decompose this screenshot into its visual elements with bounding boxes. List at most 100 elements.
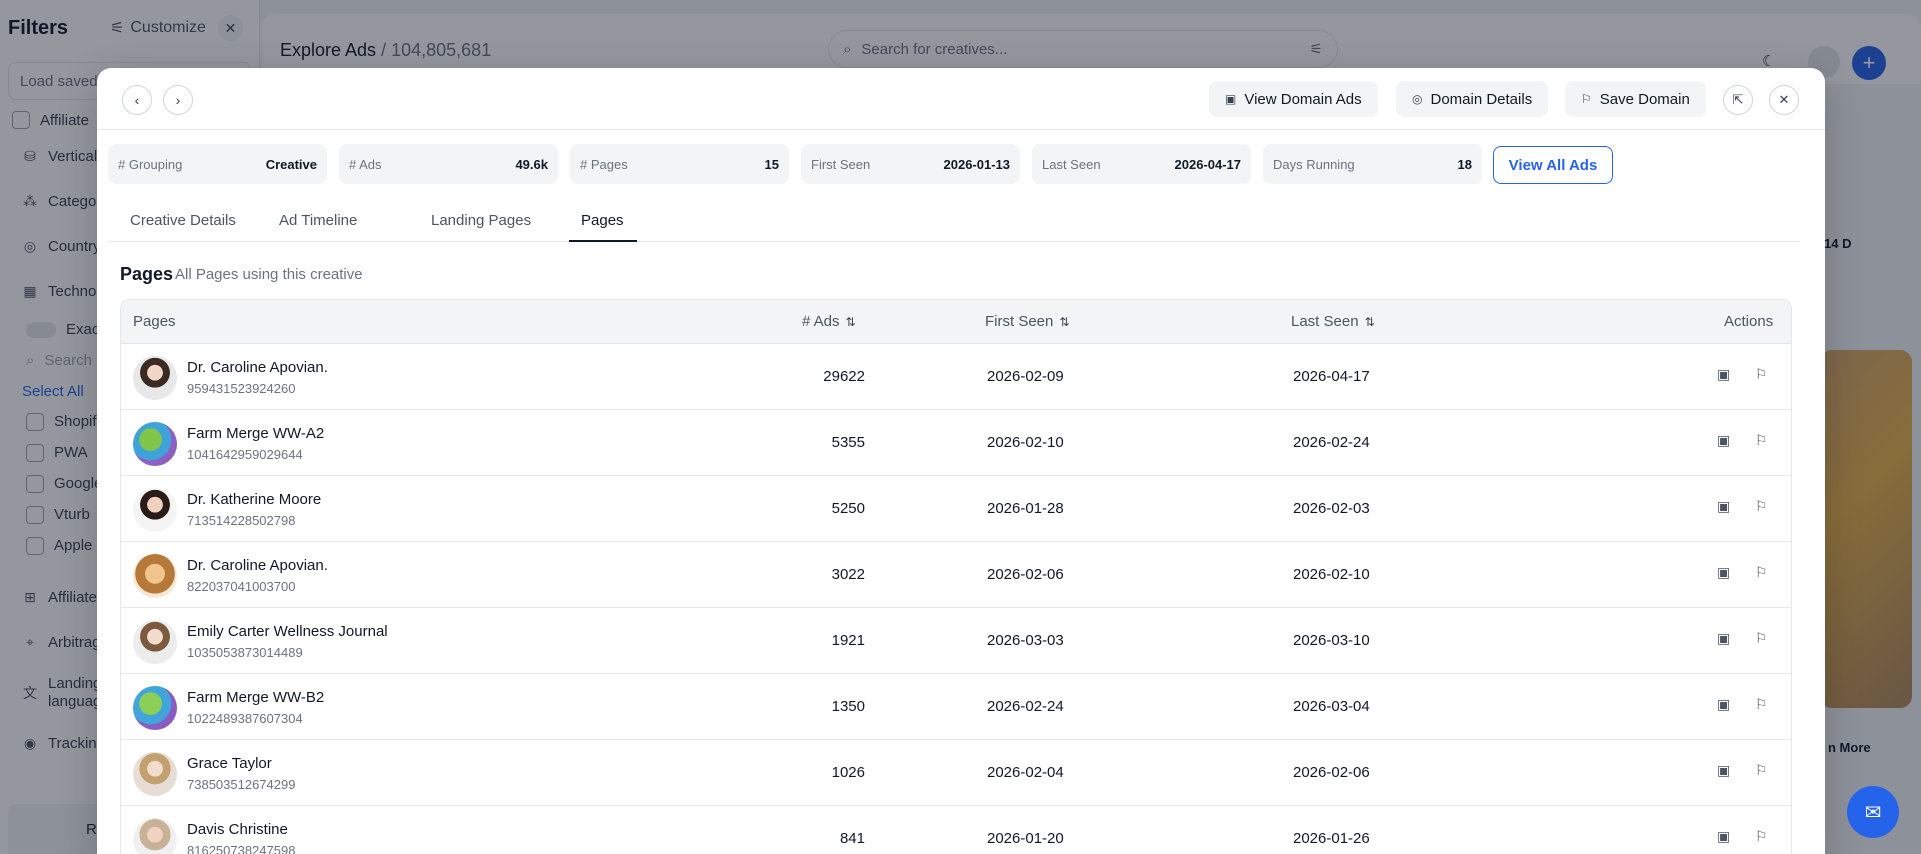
page-avatar bbox=[133, 752, 177, 796]
sort-icon[interactable]: ⇅ bbox=[1365, 315, 1375, 329]
creative-modal: ‹ › ▣ View Domain Ads ◎ Domain Details ⚐ Sa… bbox=[97, 68, 1825, 854]
sort-icon[interactable]: ⇅ bbox=[1059, 315, 1069, 329]
modal-header: ‹ › ▣ View Domain Ads ◎ Domain Details ⚐ Sa… bbox=[97, 68, 1825, 130]
first-seen-date: 2026-03-03 bbox=[987, 632, 1064, 649]
first-seen-date: 2026-01-28 bbox=[987, 500, 1064, 517]
view-ads-icon[interactable]: ▣ bbox=[1717, 630, 1730, 647]
bookmark-icon[interactable]: ⚐ bbox=[1755, 696, 1768, 713]
sort-icon[interactable]: ⇅ bbox=[846, 315, 856, 329]
domain-details-label: Domain Details bbox=[1430, 90, 1533, 108]
view-domain-ads-button[interactable]: ▣ View Domain Ads bbox=[1209, 81, 1378, 117]
column-label: Last Seen bbox=[1291, 313, 1359, 330]
bookmark-icon[interactable]: ⚐ bbox=[1755, 828, 1768, 845]
table-row[interactable]: Dr. Katherine Moore 713514228502798 5250… bbox=[121, 476, 1791, 542]
page-avatar bbox=[133, 422, 177, 466]
table-row[interactable]: Emily Carter Wellness Journal 1035053873… bbox=[121, 608, 1791, 674]
column-header-last-seen[interactable]: Last Seen ⇅ bbox=[1291, 313, 1375, 330]
bookmark-icon[interactable]: ⚐ bbox=[1755, 762, 1768, 779]
first-seen-date: 2026-02-09 bbox=[987, 368, 1064, 385]
page-avatar bbox=[133, 488, 177, 532]
bookmark-icon: ⚐ bbox=[1581, 92, 1592, 106]
last-seen-date: 2026-03-10 bbox=[1293, 632, 1370, 649]
page-name[interactable]: Dr. Caroline Apovian. bbox=[187, 557, 328, 574]
open-external-button[interactable]: ⇱ bbox=[1723, 85, 1753, 115]
table-row[interactable]: Dr. Caroline Apovian. 822037041003700 30… bbox=[121, 542, 1791, 608]
page-avatar bbox=[133, 554, 177, 598]
save-domain-button[interactable]: ⚐ Save Domain bbox=[1565, 81, 1706, 117]
page-id: 1041642959029644 bbox=[187, 447, 303, 462]
last-seen-date: 2026-04-17 bbox=[1293, 368, 1370, 385]
chat-button[interactable]: ✉ bbox=[1847, 786, 1899, 838]
column-label: # Ads bbox=[802, 313, 840, 330]
table-row[interactable]: Dr. Caroline Apovian. 959431523924260 29… bbox=[121, 344, 1791, 410]
tab-creative-details[interactable]: Creative Details bbox=[130, 208, 236, 242]
bookmark-icon[interactable]: ⚐ bbox=[1755, 630, 1768, 647]
stat-value: 2026-01-13 bbox=[943, 156, 1011, 172]
view-ads-icon[interactable]: ▣ bbox=[1717, 498, 1730, 515]
page-name[interactable]: Farm Merge WW-A2 bbox=[187, 425, 324, 442]
table-row[interactable]: Farm Merge WW-A2 1041642959029644 5355 2… bbox=[121, 410, 1791, 476]
view-ads-icon[interactable]: ▣ bbox=[1717, 432, 1730, 449]
first-seen-date: 2026-02-10 bbox=[987, 434, 1064, 451]
table-row[interactable]: Farm Merge WW-B2 1022489387607304 1350 2… bbox=[121, 674, 1791, 740]
view-all-ads-button[interactable]: View All Ads bbox=[1493, 146, 1613, 184]
bookmark-icon[interactable]: ⚐ bbox=[1755, 432, 1768, 449]
modal-tabs: Creative Details Ad Timeline Landing Pag… bbox=[108, 208, 1800, 242]
page-name[interactable]: Farm Merge WW-B2 bbox=[187, 689, 324, 706]
view-ads-icon[interactable]: ▣ bbox=[1717, 696, 1730, 713]
page-id: 738503512674299 bbox=[187, 777, 296, 792]
stat-pages: # Pages 15 bbox=[570, 144, 789, 184]
view-ads-icon[interactable]: ▣ bbox=[1717, 762, 1730, 779]
close-icon: ✕ bbox=[1778, 92, 1790, 107]
column-header-pages: Pages bbox=[133, 313, 176, 330]
stat-value: 49.6k bbox=[515, 156, 548, 172]
pages-table: Pages # Ads ⇅ First Seen ⇅ Last Seen ⇅ Acti… bbox=[120, 299, 1792, 854]
bookmark-icon[interactable]: ⚐ bbox=[1755, 498, 1768, 515]
page-name[interactable]: Emily Carter Wellness Journal bbox=[187, 623, 388, 640]
stat-label: Last Seen bbox=[1042, 156, 1101, 172]
ads-count: 1026 bbox=[831, 764, 865, 781]
column-header-first-seen[interactable]: First Seen ⇅ bbox=[985, 313, 1069, 330]
page-name[interactable]: Davis Christine bbox=[187, 821, 288, 838]
globe-icon: ◎ bbox=[1412, 92, 1423, 106]
table-row[interactable]: Grace Taylor 738503512674299 1026 2026-0… bbox=[121, 740, 1791, 806]
page-id: 822037041003700 bbox=[187, 579, 296, 594]
view-ads-icon[interactable]: ▣ bbox=[1717, 564, 1730, 581]
stat-value: 2026-04-17 bbox=[1174, 156, 1242, 172]
column-header-ads[interactable]: # Ads ⇅ bbox=[802, 313, 856, 330]
ads-count: 5355 bbox=[831, 434, 865, 451]
domain-details-button[interactable]: ◎ Domain Details bbox=[1396, 81, 1549, 117]
table-row[interactable]: Davis Christine 816250738247598 841 2026… bbox=[121, 806, 1791, 854]
bookmark-icon[interactable]: ⚐ bbox=[1755, 564, 1768, 581]
view-ads-icon[interactable]: ▣ bbox=[1717, 366, 1730, 383]
image-icon: ▣ bbox=[1225, 92, 1237, 106]
last-seen-date: 2026-02-06 bbox=[1293, 764, 1370, 781]
previous-button[interactable]: ‹ bbox=[122, 85, 152, 115]
page-avatar bbox=[133, 686, 177, 730]
view-domain-ads-label: View Domain Ads bbox=[1244, 90, 1362, 108]
stat-label: # Grouping bbox=[118, 156, 183, 172]
save-domain-label: Save Domain bbox=[1599, 90, 1690, 108]
ads-count: 3022 bbox=[831, 566, 865, 583]
section-subtitle: All Pages using this creative bbox=[175, 266, 363, 283]
last-seen-date: 2026-02-10 bbox=[1293, 566, 1370, 583]
page-name[interactable]: Grace Taylor bbox=[187, 755, 272, 772]
first-seen-date: 2026-02-24 bbox=[987, 698, 1064, 715]
page-id: 1035053873014489 bbox=[187, 645, 303, 660]
tab-landing-pages[interactable]: Landing Pages bbox=[431, 208, 531, 242]
stat-value: 15 bbox=[764, 156, 779, 172]
page-name[interactable]: Dr. Caroline Apovian. bbox=[187, 359, 328, 376]
next-button[interactable]: › bbox=[163, 85, 193, 115]
page-id: 816250738247598 bbox=[187, 843, 296, 854]
stat-days-running: Days Running 18 bbox=[1263, 144, 1482, 184]
tab-ad-timeline[interactable]: Ad Timeline bbox=[279, 208, 357, 242]
first-seen-date: 2026-02-04 bbox=[987, 764, 1064, 781]
tab-pages[interactable]: Pages bbox=[569, 208, 637, 242]
page-avatar bbox=[133, 620, 177, 664]
bookmark-icon[interactable]: ⚐ bbox=[1755, 366, 1768, 383]
page-name[interactable]: Dr. Katherine Moore bbox=[187, 491, 321, 508]
stat-value: 18 bbox=[1457, 156, 1472, 172]
close-modal-button[interactable]: ✕ bbox=[1769, 85, 1799, 115]
view-ads-icon[interactable]: ▣ bbox=[1717, 828, 1730, 845]
page-avatar bbox=[133, 356, 177, 400]
